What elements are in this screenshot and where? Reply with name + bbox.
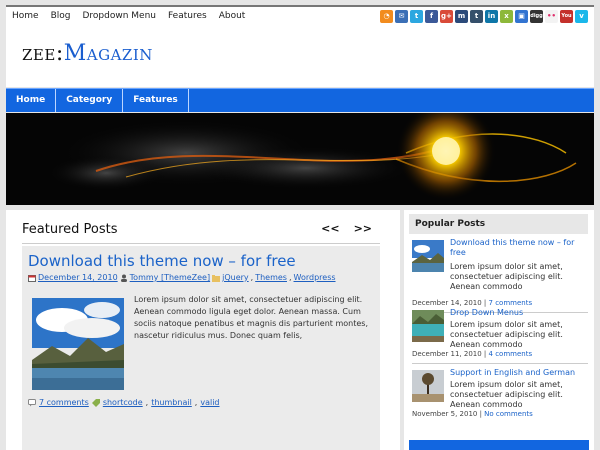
popular-post-meta: November 5, 2010 | No comments	[412, 410, 533, 418]
popular-post-excerpt-text: Lorem ipsum dolor sit amet, consectetuer…	[450, 380, 563, 409]
sidebar: Popular Posts Download this theme now – …	[404, 210, 594, 450]
popular-post-title-link[interactable]: Drop Down Menus	[450, 308, 588, 318]
featured-posts-header: Featured Posts << >>	[22, 222, 380, 244]
main-nav: Home Category Features	[6, 88, 594, 112]
main-nav-category[interactable]: Category	[56, 89, 124, 112]
logo-part-2: Magazin	[63, 41, 153, 66]
category-jquery-link[interactable]: jQuery	[222, 273, 249, 282]
popular-post-excerpt: Lorem ipsum dolor sit amet, consectetuer…	[412, 262, 588, 292]
popular-post-comments-link[interactable]: 4 comments	[489, 350, 533, 358]
top-nav-features[interactable]: Features	[168, 11, 207, 21]
rss-icon[interactable]: ◔	[380, 9, 393, 23]
popular-post-comments-link[interactable]: No comments	[484, 410, 533, 418]
email-icon[interactable]: ✉	[395, 9, 408, 23]
main-content: Featured Posts << >> Download this theme…	[6, 210, 400, 450]
popular-post-excerpt-text: Lorem ipsum dolor sit amet, consectetuer…	[450, 262, 563, 291]
popular-post-date: December 11, 2010	[412, 350, 482, 358]
prev-slide-button[interactable]: <<	[321, 222, 339, 243]
post-excerpt: Lorem ipsum dolor sit amet, consectetuer…	[134, 295, 369, 340]
divider	[412, 363, 588, 364]
popular-post-meta: December 11, 2010 | 4 comments	[412, 350, 533, 358]
popular-post-date: November 5, 2010	[412, 410, 478, 418]
tag-icon	[91, 398, 100, 407]
top-bar: Home Blog Dropdown Menu Features About ◔…	[6, 5, 594, 25]
comment-icon	[28, 398, 36, 406]
logo-part-1: zee:	[22, 41, 64, 66]
tag-thumbnail-link[interactable]: thumbnail	[151, 398, 192, 407]
popular-post-excerpt: Lorem ipsum dolor sit amet, consectetuer…	[412, 380, 588, 410]
top-nav: Home Blog Dropdown Menu Features About	[12, 11, 245, 21]
tag-valid-link[interactable]: valid	[200, 398, 219, 407]
category-wordpress-link[interactable]: Wordpress	[294, 273, 336, 282]
xing-icon[interactable]: x	[500, 9, 513, 23]
post-footer: 7 comments shortcode, thumbnail, valid	[28, 398, 220, 407]
post-author-link[interactable]: Tommy [ThemeZee]	[130, 273, 210, 282]
post-title-link[interactable]: Download this theme now – for free	[28, 252, 296, 270]
post-date-link[interactable]: December 14, 2010	[38, 273, 118, 282]
featured-posts-title: Featured Posts	[22, 222, 118, 237]
popular-post-date: December 14, 2010	[412, 299, 482, 307]
popular-post-title-link[interactable]: Support in English and German	[450, 368, 588, 378]
popular-post-comments-link[interactable]: 7 comments	[489, 299, 533, 307]
main-nav-home[interactable]: Home	[6, 89, 57, 112]
author-icon	[120, 274, 127, 282]
myspace-icon[interactable]: m	[455, 9, 468, 23]
top-nav-blog[interactable]: Blog	[51, 11, 71, 21]
category-themes-link[interactable]: Themes	[255, 273, 287, 282]
main-nav-features[interactable]: Features	[123, 89, 189, 112]
twitter-icon[interactable]: t	[410, 9, 423, 23]
folder-icon	[212, 274, 221, 282]
youtube-icon[interactable]: You	[560, 9, 573, 23]
top-nav-about[interactable]: About	[219, 11, 246, 21]
digg-icon[interactable]: digg	[530, 9, 543, 23]
sidebar-tabs[interactable]	[409, 440, 589, 450]
header-banner-image	[6, 113, 594, 205]
featured-post: Download this theme now – for free Decem…	[22, 246, 380, 450]
popular-post-excerpt-text: Lorem ipsum dolor sit amet, consectetuer…	[450, 320, 563, 349]
googleplus-icon[interactable]: g+	[440, 9, 453, 23]
post-meta: December 14, 2010 Tommy [ThemeZee] jQuer…	[28, 273, 336, 282]
popular-post-excerpt: Lorem ipsum dolor sit amet, consectetuer…	[412, 320, 588, 350]
popular-post-meta: December 14, 2010 | 7 comments	[412, 299, 533, 307]
top-nav-dropdown-menu[interactable]: Dropdown Menu	[82, 11, 156, 21]
popular-post-title-link[interactable]: Download this theme now – for free	[450, 238, 588, 258]
popular-posts-title: Popular Posts	[409, 214, 588, 234]
comments-link[interactable]: 7 comments	[39, 398, 89, 407]
next-slide-button[interactable]: >>	[354, 222, 372, 243]
top-nav-home[interactable]: Home	[12, 11, 39, 21]
site-logo[interactable]: zee:Magazin	[22, 41, 153, 66]
tag-shortcode-link[interactable]: shortcode	[103, 398, 143, 407]
tumblr-icon[interactable]: t	[470, 9, 483, 23]
calendar-icon	[28, 274, 36, 282]
vimeo-icon[interactable]: v	[575, 9, 588, 23]
delicious-icon[interactable]: ▣	[515, 9, 528, 23]
site-header: zee:Magazin	[6, 25, 594, 87]
post-thumbnail[interactable]	[32, 298, 124, 390]
social-icons: ◔ ✉ t f g+ m t in x ▣ digg •• You v	[380, 9, 588, 23]
facebook-icon[interactable]: f	[425, 9, 438, 23]
flickr-icon[interactable]: ••	[545, 9, 558, 23]
linkedin-icon[interactable]: in	[485, 9, 498, 23]
